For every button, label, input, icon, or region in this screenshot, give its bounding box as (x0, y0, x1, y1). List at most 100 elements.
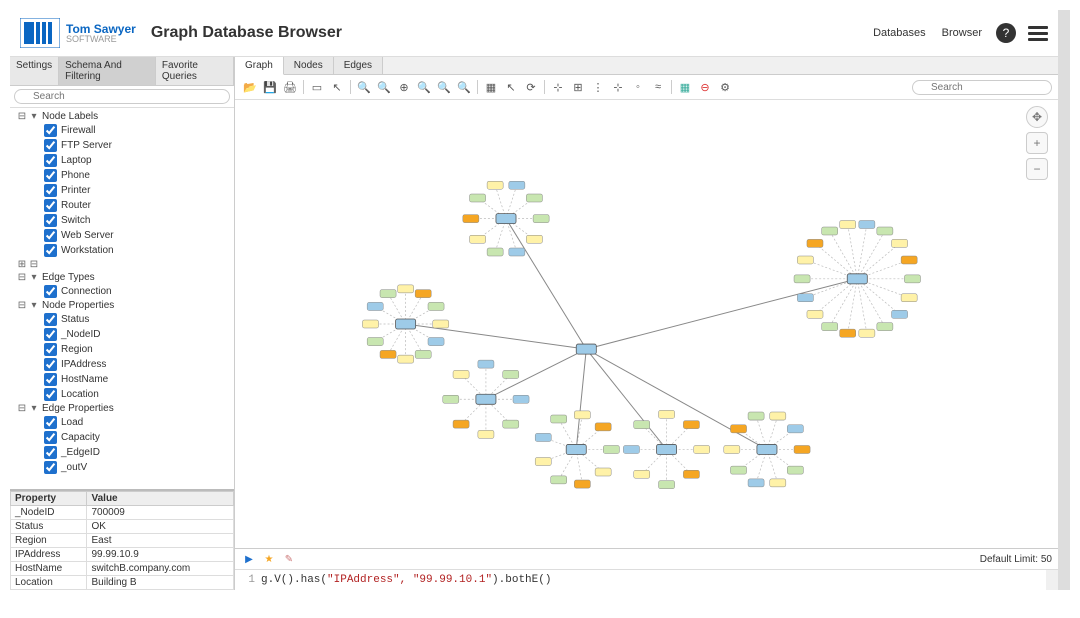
prop-key: Region (11, 534, 87, 548)
layout2-icon[interactable]: ⊞ (569, 78, 587, 96)
query-text[interactable]: g.V().has("IPAddress", "99.99.10.1").bot… (261, 574, 551, 586)
delete-icon[interactable]: ⊖ (696, 78, 714, 96)
refresh-icon[interactable]: ⟳ (522, 78, 540, 96)
layout4-icon[interactable]: ⊹ (609, 78, 627, 96)
logo (20, 18, 60, 48)
pointer-icon[interactable]: ↖ (328, 78, 346, 96)
edge-prop-check-1[interactable] (44, 431, 57, 444)
layout5-icon[interactable]: ◦ (629, 78, 647, 96)
node-prop-check-3[interactable] (44, 358, 57, 371)
tab-edges[interactable]: Edges (334, 57, 383, 74)
zoom-in-icon[interactable]: 🔍 (355, 78, 373, 96)
hamburger-menu-icon[interactable] (1028, 26, 1048, 41)
edge-prop-check-2[interactable] (44, 446, 57, 459)
schema-search-input[interactable] (14, 89, 230, 104)
cursor-icon[interactable]: ↖ (502, 78, 520, 96)
collapse2-icon[interactable]: ⊟ (28, 259, 40, 270)
pan-control-icon[interactable]: ✥ (1026, 106, 1048, 128)
favorite-query-icon[interactable]: ★ (261, 551, 277, 567)
prop-val: 99.99.10.9 (87, 548, 234, 562)
prop-val: East (87, 534, 234, 548)
node-label-check-0[interactable] (44, 124, 57, 137)
prop-val: switchB.company.com (87, 562, 234, 576)
col-property: Property (11, 492, 87, 506)
query-panel: ▶ ★ ✎ Default Limit: 50 1 g.V().has("IPA… (235, 548, 1058, 590)
zoom-area-icon[interactable]: 🔍 (455, 78, 473, 96)
query-scrollbar[interactable] (1046, 570, 1058, 590)
default-limit-label: Default Limit: (980, 554, 1038, 565)
layout6-icon[interactable]: ≈ (649, 78, 667, 96)
clear-query-icon[interactable]: ✎ (281, 551, 297, 567)
node-label-check-4[interactable] (44, 184, 57, 197)
node-prop-check-5[interactable] (44, 388, 57, 401)
node-prop-label-4: HostName (61, 374, 108, 385)
graph-toolbar: 📂 💾 🖨 ▭ ↖ 🔍 🔍 ⊕ 🔍 🔍 🔍 ▦ ↖ ⟳ ⊹ ⊞ (235, 75, 1058, 100)
prop-key: Location (11, 576, 87, 590)
select-icon[interactable]: ▭ (308, 78, 326, 96)
node-label-check-1[interactable] (44, 139, 57, 152)
settings-icon[interactable]: ⚙ (716, 78, 734, 96)
edge-types-group[interactable]: Edge Types (42, 272, 95, 283)
node-prop-check-2[interactable] (44, 343, 57, 356)
collapse-all-icon[interactable]: ⊟ (16, 111, 28, 122)
zoom-in-button[interactable]: + (1026, 132, 1048, 154)
edge-type-check-0[interactable] (44, 285, 57, 298)
browser-link[interactable]: Browser (942, 27, 982, 39)
col-value: Value (87, 492, 234, 506)
databases-link[interactable]: Databases (873, 27, 926, 39)
node-prop-check-1[interactable] (44, 328, 57, 341)
edge-prop-check-0[interactable] (44, 416, 57, 429)
tab-schema[interactable]: Schema And Filtering (59, 57, 156, 85)
graph-search-input[interactable] (912, 80, 1052, 95)
prop-key: _NodeID (11, 506, 87, 520)
node-label-check-3[interactable] (44, 169, 57, 182)
edge-prop-label-1: Capacity (61, 432, 100, 443)
node-label-label-4: Printer (61, 185, 90, 196)
zoom-out-icon[interactable]: 🔍 (375, 78, 393, 96)
graph-canvas[interactable]: ✥ + − (235, 100, 1058, 548)
edge-props-group[interactable]: Edge Properties (42, 403, 114, 414)
open-icon[interactable]: 📂 (241, 78, 259, 96)
node-prop-label-3: IPAddress (61, 359, 106, 370)
help-icon[interactable]: ? (996, 23, 1016, 43)
layout1-icon[interactable]: ⊹ (549, 78, 567, 96)
print-icon[interactable]: 🖨 (281, 78, 299, 96)
brand-name: Tom SawyerSOFTWARE (66, 23, 136, 44)
tab-nodes[interactable]: Nodes (284, 57, 334, 74)
add-icon[interactable]: ▦ (676, 78, 694, 96)
zoom-100-icon[interactable]: 🔍 (415, 78, 433, 96)
tab-graph[interactable]: Graph (235, 57, 284, 75)
node-label-check-5[interactable] (44, 199, 57, 212)
node-prop-check-0[interactable] (44, 313, 57, 326)
default-limit-value: 50 (1041, 554, 1052, 565)
tab-favorites[interactable]: Favorite Queries (156, 57, 234, 85)
node-label-label-1: FTP Server (61, 140, 112, 151)
properties-panel: PropertyValue _NodeID700009StatusOKRegio… (10, 489, 234, 590)
tab-settings[interactable]: Settings (10, 57, 59, 85)
node-props-group[interactable]: Node Properties (42, 300, 114, 311)
zoom-fit-icon[interactable]: ⊕ (395, 78, 413, 96)
node-label-check-7[interactable] (44, 229, 57, 242)
zoom-sel-icon[interactable]: 🔍 (435, 78, 453, 96)
expand-all-icon[interactable]: ⊞ (16, 259, 28, 270)
overview-icon[interactable]: ▦ (482, 78, 500, 96)
node-labels-group[interactable]: Node Labels (42, 111, 98, 122)
collapse-icon[interactable]: ▾ (28, 111, 40, 122)
node-label-label-0: Firewall (61, 125, 95, 136)
prop-val: Building B (87, 576, 234, 590)
node-prop-label-2: Region (61, 344, 93, 355)
edge-prop-label-0: Load (61, 417, 83, 428)
node-label-check-8[interactable] (44, 244, 57, 257)
zoom-out-button[interactable]: − (1026, 158, 1048, 180)
schema-tree: ⊟▾Node Labels FirewallFTP ServerLaptopPh… (10, 108, 234, 489)
save-icon[interactable]: 💾 (261, 78, 279, 96)
left-tabstrip: Settings Schema And Filtering Favorite Q… (10, 57, 234, 86)
layout3-icon[interactable]: ⋮ (589, 78, 607, 96)
node-label-check-6[interactable] (44, 214, 57, 227)
node-label-check-2[interactable] (44, 154, 57, 167)
run-query-icon[interactable]: ▶ (241, 551, 257, 567)
edge-prop-check-3[interactable] (44, 461, 57, 474)
node-prop-check-4[interactable] (44, 373, 57, 386)
node-prop-label-0: Status (61, 314, 89, 325)
prop-key: Status (11, 520, 87, 534)
